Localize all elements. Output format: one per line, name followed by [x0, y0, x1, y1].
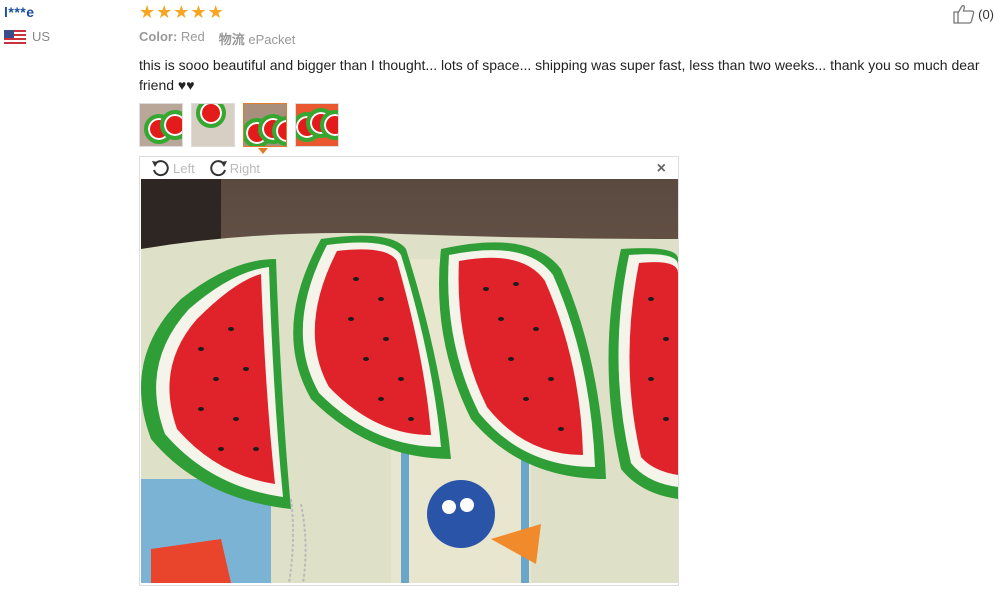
thumbs-up-icon	[953, 5, 975, 24]
rating-stars: ★ ★ ★ ★ ★	[139, 2, 224, 22]
attribute-key: Color:	[139, 29, 178, 44]
rotate-left-button[interactable]: Left	[150, 158, 195, 178]
country-code: US	[32, 29, 51, 44]
rotate-right-icon	[209, 160, 227, 177]
star-icon: ★	[156, 2, 173, 22]
active-thumbnail-indicator	[258, 148, 268, 154]
rotate-left-icon	[152, 160, 169, 177]
reviewer-name[interactable]: l***e	[4, 4, 124, 20]
review-photo	[141, 179, 678, 583]
attribute-shipping: 物流 ePacket	[219, 29, 296, 48]
rotate-left-label: Left	[173, 160, 195, 176]
thumbnail-3[interactable]	[243, 103, 287, 147]
review-text: this is sooo beautiful and bigger than I…	[139, 57, 980, 93]
image-viewer: Left Right ×	[139, 156, 679, 586]
rotate-right-button[interactable]: Right	[207, 158, 260, 178]
star-icon: ★	[139, 2, 156, 22]
review-thumbnails	[139, 103, 339, 147]
helpful-button[interactable]: (0)	[952, 4, 994, 24]
attribute-value: ePacket	[248, 32, 296, 47]
star-icon: ★	[207, 2, 224, 22]
viewer-toolbar: Left Right ×	[140, 157, 678, 179]
reviewer-info: l***e US	[4, 4, 124, 44]
star-icon: ★	[173, 2, 190, 22]
attribute-value: Red	[180, 29, 205, 44]
us-flag-icon	[4, 29, 26, 44]
attribute-key: 物流	[218, 32, 245, 47]
rotate-right-label: Right	[229, 160, 261, 176]
thumbnail-4[interactable]	[295, 103, 339, 147]
thumbnail-1[interactable]	[139, 103, 183, 147]
reviewer-country: US	[4, 29, 124, 44]
thumbnail-2[interactable]	[191, 103, 235, 147]
product-attributes: Color: Red 物流 ePacket	[139, 29, 295, 48]
star-icon: ★	[190, 2, 207, 22]
attribute-color: Color: Red	[139, 29, 205, 48]
review-photo-image	[141, 179, 678, 583]
close-icon[interactable]: ×	[657, 161, 666, 177]
helpful-count: (0)	[978, 6, 994, 22]
